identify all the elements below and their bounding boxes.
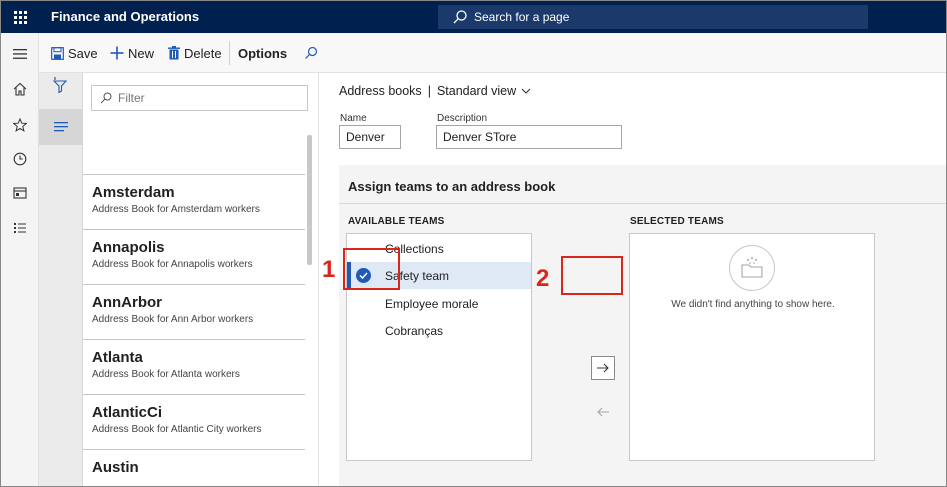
search-placeholder: Search for a page [474,10,570,24]
save-icon [51,46,64,60]
team-item-employee-morale[interactable]: Employee morale [347,290,531,317]
name-field[interactable]: Denver [339,125,401,149]
team-name: Cobranças [385,323,444,338]
remove-team-button[interactable] [591,400,615,424]
list-item-name: Annapolis [92,239,165,256]
available-teams-header: AVAILABLE TEAMS [348,216,445,227]
annotation-number-1: 1 [322,256,336,283]
filter-column [39,73,83,486]
list-item[interactable]: Annapolis Address Book for Annapolis wor… [83,229,305,284]
filter-placeholder: Filter [118,91,145,105]
arrow-left-icon [597,407,609,417]
waffle-icon [13,10,27,24]
description-field[interactable]: Denver STore [436,125,622,149]
team-name: Employee morale [385,296,479,311]
action-bar: Save New Delete Options [39,33,946,73]
list-item-name: AtlanticCi [92,404,163,421]
filter-pane-toggle[interactable] [52,77,69,95]
list-item-name: Austin [92,459,139,476]
home-icon[interactable] [12,81,28,97]
page-search-box[interactable]: Search for a page [438,5,868,29]
list-item-description: Address Book for Atlantic City workers [92,424,262,435]
list-item[interactable]: AtlanticCi Address Book for Atlantic Cit… [83,394,305,449]
options-label: Options [238,45,288,61]
list-item[interactable]: Amsterdam Address Book for Amsterdam wor… [83,174,305,229]
chevron-down-icon [521,88,531,94]
address-book-list: Filter Amsterdam Address Book for Amster… [83,73,319,486]
team-item-cobrancas[interactable]: Cobranças [347,317,531,344]
assign-teams-title: Assign teams to an address book [348,179,556,194]
list-item-name: Atlanta [92,349,143,366]
empty-folder-icon [729,245,775,291]
search-icon [100,92,112,104]
action-search-button[interactable] [304,33,318,73]
annotation-number-2: 2 [536,265,550,292]
list-item-name: Amsterdam [92,184,175,201]
options-tab[interactable]: Options [238,33,287,73]
save-button[interactable]: Save [51,33,98,73]
action-divider [229,41,230,65]
search-icon [305,46,318,59]
annotation-box-2 [561,256,623,295]
filter-input[interactable]: Filter [91,85,308,111]
list-item-description: Address Book for Amsterdam workers [92,204,260,215]
list-scrollbar[interactable] [307,135,312,265]
breadcrumb: Address books | Standard view [339,84,531,98]
section-divider [339,203,946,204]
hamburger-icon[interactable] [12,46,28,62]
delete-button[interactable]: Delete [168,33,222,73]
list-item-description: Address Book for Atlanta workers [92,369,240,380]
nav-rail [1,33,39,486]
filter-icon [52,77,68,94]
list-item[interactable]: Austin [83,449,305,486]
app-launcher-button[interactable] [1,1,39,33]
clock-icon[interactable] [12,151,28,167]
view-selector[interactable]: Standard view [437,84,531,98]
plus-icon [110,46,124,60]
workspace-icon[interactable] [12,185,28,201]
empty-message: We didn't find anything to show here. [671,299,835,310]
new-label: New [128,45,155,61]
selected-teams-header: SELECTED TEAMS [630,216,724,227]
save-label: Save [68,45,98,61]
list-item[interactable]: AnnArbor Address Book for Ann Arbor work… [83,284,305,339]
star-icon[interactable] [12,117,28,133]
list-view-button[interactable] [39,109,83,145]
annotation-box-1 [343,248,400,290]
add-team-button[interactable] [591,356,615,380]
app-title: Finance and Operations [51,9,200,24]
trash-icon [168,46,180,60]
description-label: Description [437,113,488,124]
list-item-description: Address Book for Ann Arbor workers [92,314,254,325]
assign-teams-panel: Assign teams to an address book AVAILABL… [339,165,946,486]
view-name: Standard view [436,84,517,98]
modules-icon[interactable] [12,220,28,236]
list-item[interactable]: Atlanta Address Book for Atlanta workers [83,339,305,394]
detail-pane: Address books | Standard view Name Denve… [320,73,946,486]
selected-teams-list: We didn't find anything to show here. [629,233,875,461]
new-button[interactable]: New [110,33,154,73]
list-item-description: Address Book for Annapolis workers [92,259,253,270]
delete-label: Delete [184,45,222,61]
page-title: Address books [339,84,422,98]
breadcrumb-separator: | [427,84,431,98]
list-item-name: AnnArbor [92,294,162,311]
search-icon [453,10,467,24]
list-icon [54,122,68,132]
arrow-right-icon [597,363,609,373]
name-label: Name [340,113,367,124]
top-bar: Finance and Operations Search for a page [1,1,946,33]
